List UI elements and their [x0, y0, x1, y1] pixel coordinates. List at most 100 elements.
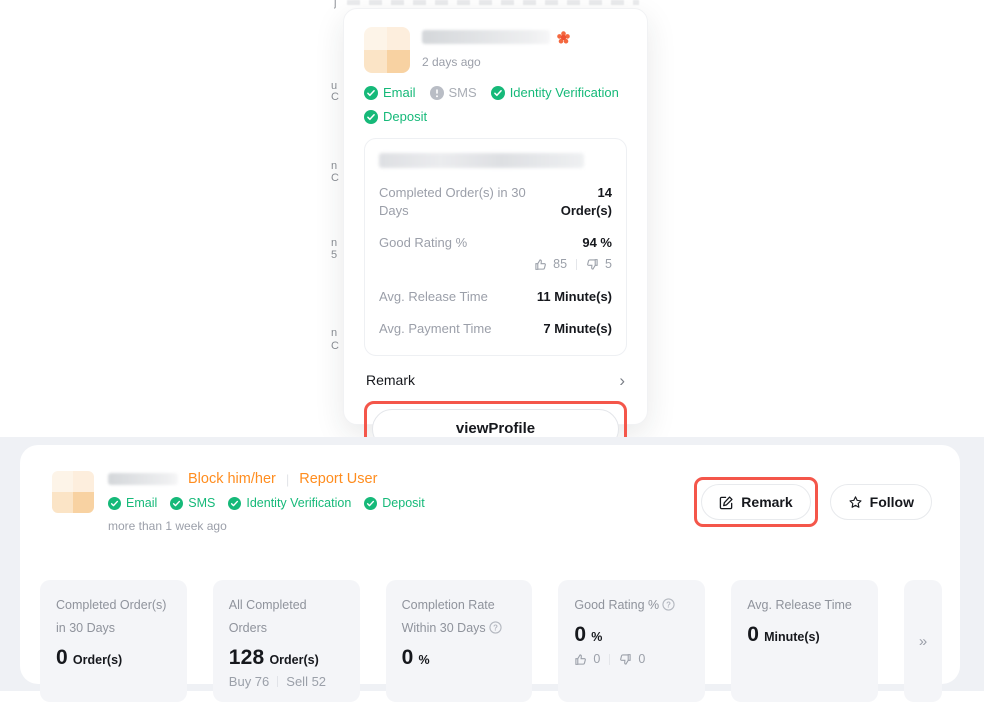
stat-card-avg-release-time: Avg. Release Time 0 Minute(s): [731, 580, 878, 702]
popup-stats-card: Completed Order(s) in 30 Days 14 Order(s…: [364, 138, 627, 356]
username-redacted: [422, 30, 550, 44]
edit-icon: [719, 495, 734, 510]
thumbs-up-count: 85: [553, 256, 567, 273]
thumbs-up-count: 0: [593, 652, 600, 666]
stat-value: 0: [747, 623, 759, 647]
badge-email: Email: [108, 496, 157, 510]
check-circle-icon: [364, 110, 378, 124]
stat-unit: %: [591, 630, 602, 644]
stat-value: 14: [561, 184, 612, 202]
thumbs-down-count: 0: [638, 652, 645, 666]
stat-value: 0: [574, 623, 586, 647]
popup-verification-badges: Email SMS Identity Verification Deposit: [364, 85, 627, 124]
avatar[interactable]: [364, 27, 410, 73]
stat-label: Avg. Payment Time: [379, 320, 529, 338]
redacted-info-bar: [379, 153, 584, 168]
stat-label: Completion Rate Within 30 Days: [402, 598, 495, 635]
badge-sms: SMS: [170, 496, 215, 510]
stat-value: 94 %: [534, 234, 612, 252]
badge-deposit: Deposit: [364, 496, 424, 510]
svg-text:?: ?: [666, 600, 671, 609]
stat-card-good-rating: Good Rating %? 0 % 0 0: [558, 580, 705, 702]
badge-sms: SMS: [430, 85, 477, 100]
block-user-link[interactable]: Block him/her: [188, 471, 276, 487]
star-icon: [848, 495, 863, 510]
stat-card-completed-orders-30d: Completed Order(s) in 30 Days 0 Order(s): [40, 580, 187, 702]
stat-value: 0: [402, 646, 414, 670]
check-circle-icon: [491, 86, 505, 100]
stat-avg-payment-time: Avg. Payment Time 7 Minute(s): [379, 320, 612, 338]
panel-verification-badges: Email SMS Identity Verification Deposit: [108, 496, 425, 510]
stat-card-completion-rate: Completion Rate Within 30 Days? 0 %: [386, 580, 533, 702]
follow-button[interactable]: Follow: [830, 484, 932, 520]
badge-deposit: Deposit: [364, 109, 427, 124]
badge-label: Deposit: [383, 109, 427, 124]
check-circle-icon: [228, 497, 241, 510]
help-icon[interactable]: ?: [662, 598, 675, 611]
last-seen-text: more than 1 week ago: [108, 519, 425, 533]
background-text-fragment: j: [334, 0, 348, 9]
thumbs-down-icon: [619, 653, 632, 666]
remark-button[interactable]: Remark: [701, 484, 810, 520]
page-bottom-section: Block him/her | Report User Email SMS: [0, 437, 984, 691]
stat-label: Completed Order(s) in 30 Days: [56, 598, 166, 635]
remark-row[interactable]: Remark ›: [366, 372, 625, 389]
follow-button-label: Follow: [870, 494, 914, 510]
divider: |: [286, 472, 289, 487]
double-chevron-right-icon: »: [919, 633, 927, 650]
report-user-link[interactable]: Report User: [299, 471, 377, 487]
thumbs-down-icon: [586, 258, 599, 271]
svg-text:?: ?: [493, 623, 498, 632]
stat-label: Good Rating %: [379, 234, 529, 272]
check-circle-icon: [170, 497, 183, 510]
thumbs-up-icon: [534, 258, 547, 271]
stat-value: 7 Minute(s): [543, 320, 612, 338]
stat-good-rating: Good Rating % 94 % 85 5: [379, 234, 612, 272]
stat-card-all-completed-orders: All Completed Orders 128 Order(s) Buy 76…: [213, 580, 360, 702]
thumbs-down-count: 5: [605, 256, 612, 273]
username-redacted: [108, 473, 178, 485]
divider: [609, 654, 610, 665]
check-circle-icon: [364, 86, 378, 100]
badge-identity-verification: Identity Verification: [228, 496, 351, 510]
panel-stats-row: Completed Order(s) in 30 Days 0 Order(s)…: [40, 580, 942, 702]
stat-avg-release-time: Avg. Release Time 11 Minute(s): [379, 288, 612, 306]
avatar[interactable]: [52, 471, 94, 513]
stat-label: Good Rating %: [574, 598, 659, 612]
stat-label: Completed Order(s) in 30 Days: [379, 184, 529, 219]
more-stats-button[interactable]: »: [904, 580, 942, 702]
profile-panel: Block him/her | Report User Email SMS: [20, 445, 960, 684]
badge-label: Email: [383, 85, 416, 100]
last-seen-text: 2 days ago: [422, 55, 570, 69]
annotation-highlight-box: Remark: [694, 477, 817, 527]
divider: [576, 259, 577, 270]
remark-label: Remark: [366, 372, 415, 388]
badge-label: Identity Verification: [246, 496, 351, 510]
popup-user-row: 2 days ago: [364, 27, 627, 73]
badge-label: SMS: [188, 496, 215, 510]
background-blurred-text: [347, 0, 639, 5]
stat-value: 0: [56, 646, 68, 670]
buy-count: Buy 76: [229, 674, 269, 689]
panel-user-row: Block him/her | Report User Email SMS: [52, 471, 425, 533]
stat-completed-orders: Completed Order(s) in 30 Days 14 Order(s…: [379, 184, 612, 219]
badge-label: Identity Verification: [510, 85, 619, 100]
panel-action-buttons: Remark Follow: [694, 477, 932, 527]
badge-email: Email: [364, 85, 416, 100]
stat-value: 11 Minute(s): [537, 288, 612, 306]
thumbs-up-icon: [574, 653, 587, 666]
merchant-medal-icon: [557, 31, 570, 44]
badge-label: Email: [126, 496, 157, 510]
badge-label: Deposit: [382, 496, 424, 510]
badge-identity-verification: Identity Verification: [491, 85, 619, 100]
remark-button-label: Remark: [741, 494, 792, 510]
stat-value: 128: [229, 646, 265, 670]
chevron-right-icon: ›: [619, 372, 625, 389]
stat-unit: Minute(s): [764, 630, 820, 644]
exclamation-circle-icon: [430, 86, 444, 100]
divider: [277, 676, 278, 687]
check-circle-icon: [108, 497, 121, 510]
help-icon[interactable]: ?: [489, 621, 502, 634]
stat-label: All Completed Orders: [229, 598, 307, 635]
stat-unit: %: [418, 653, 429, 667]
